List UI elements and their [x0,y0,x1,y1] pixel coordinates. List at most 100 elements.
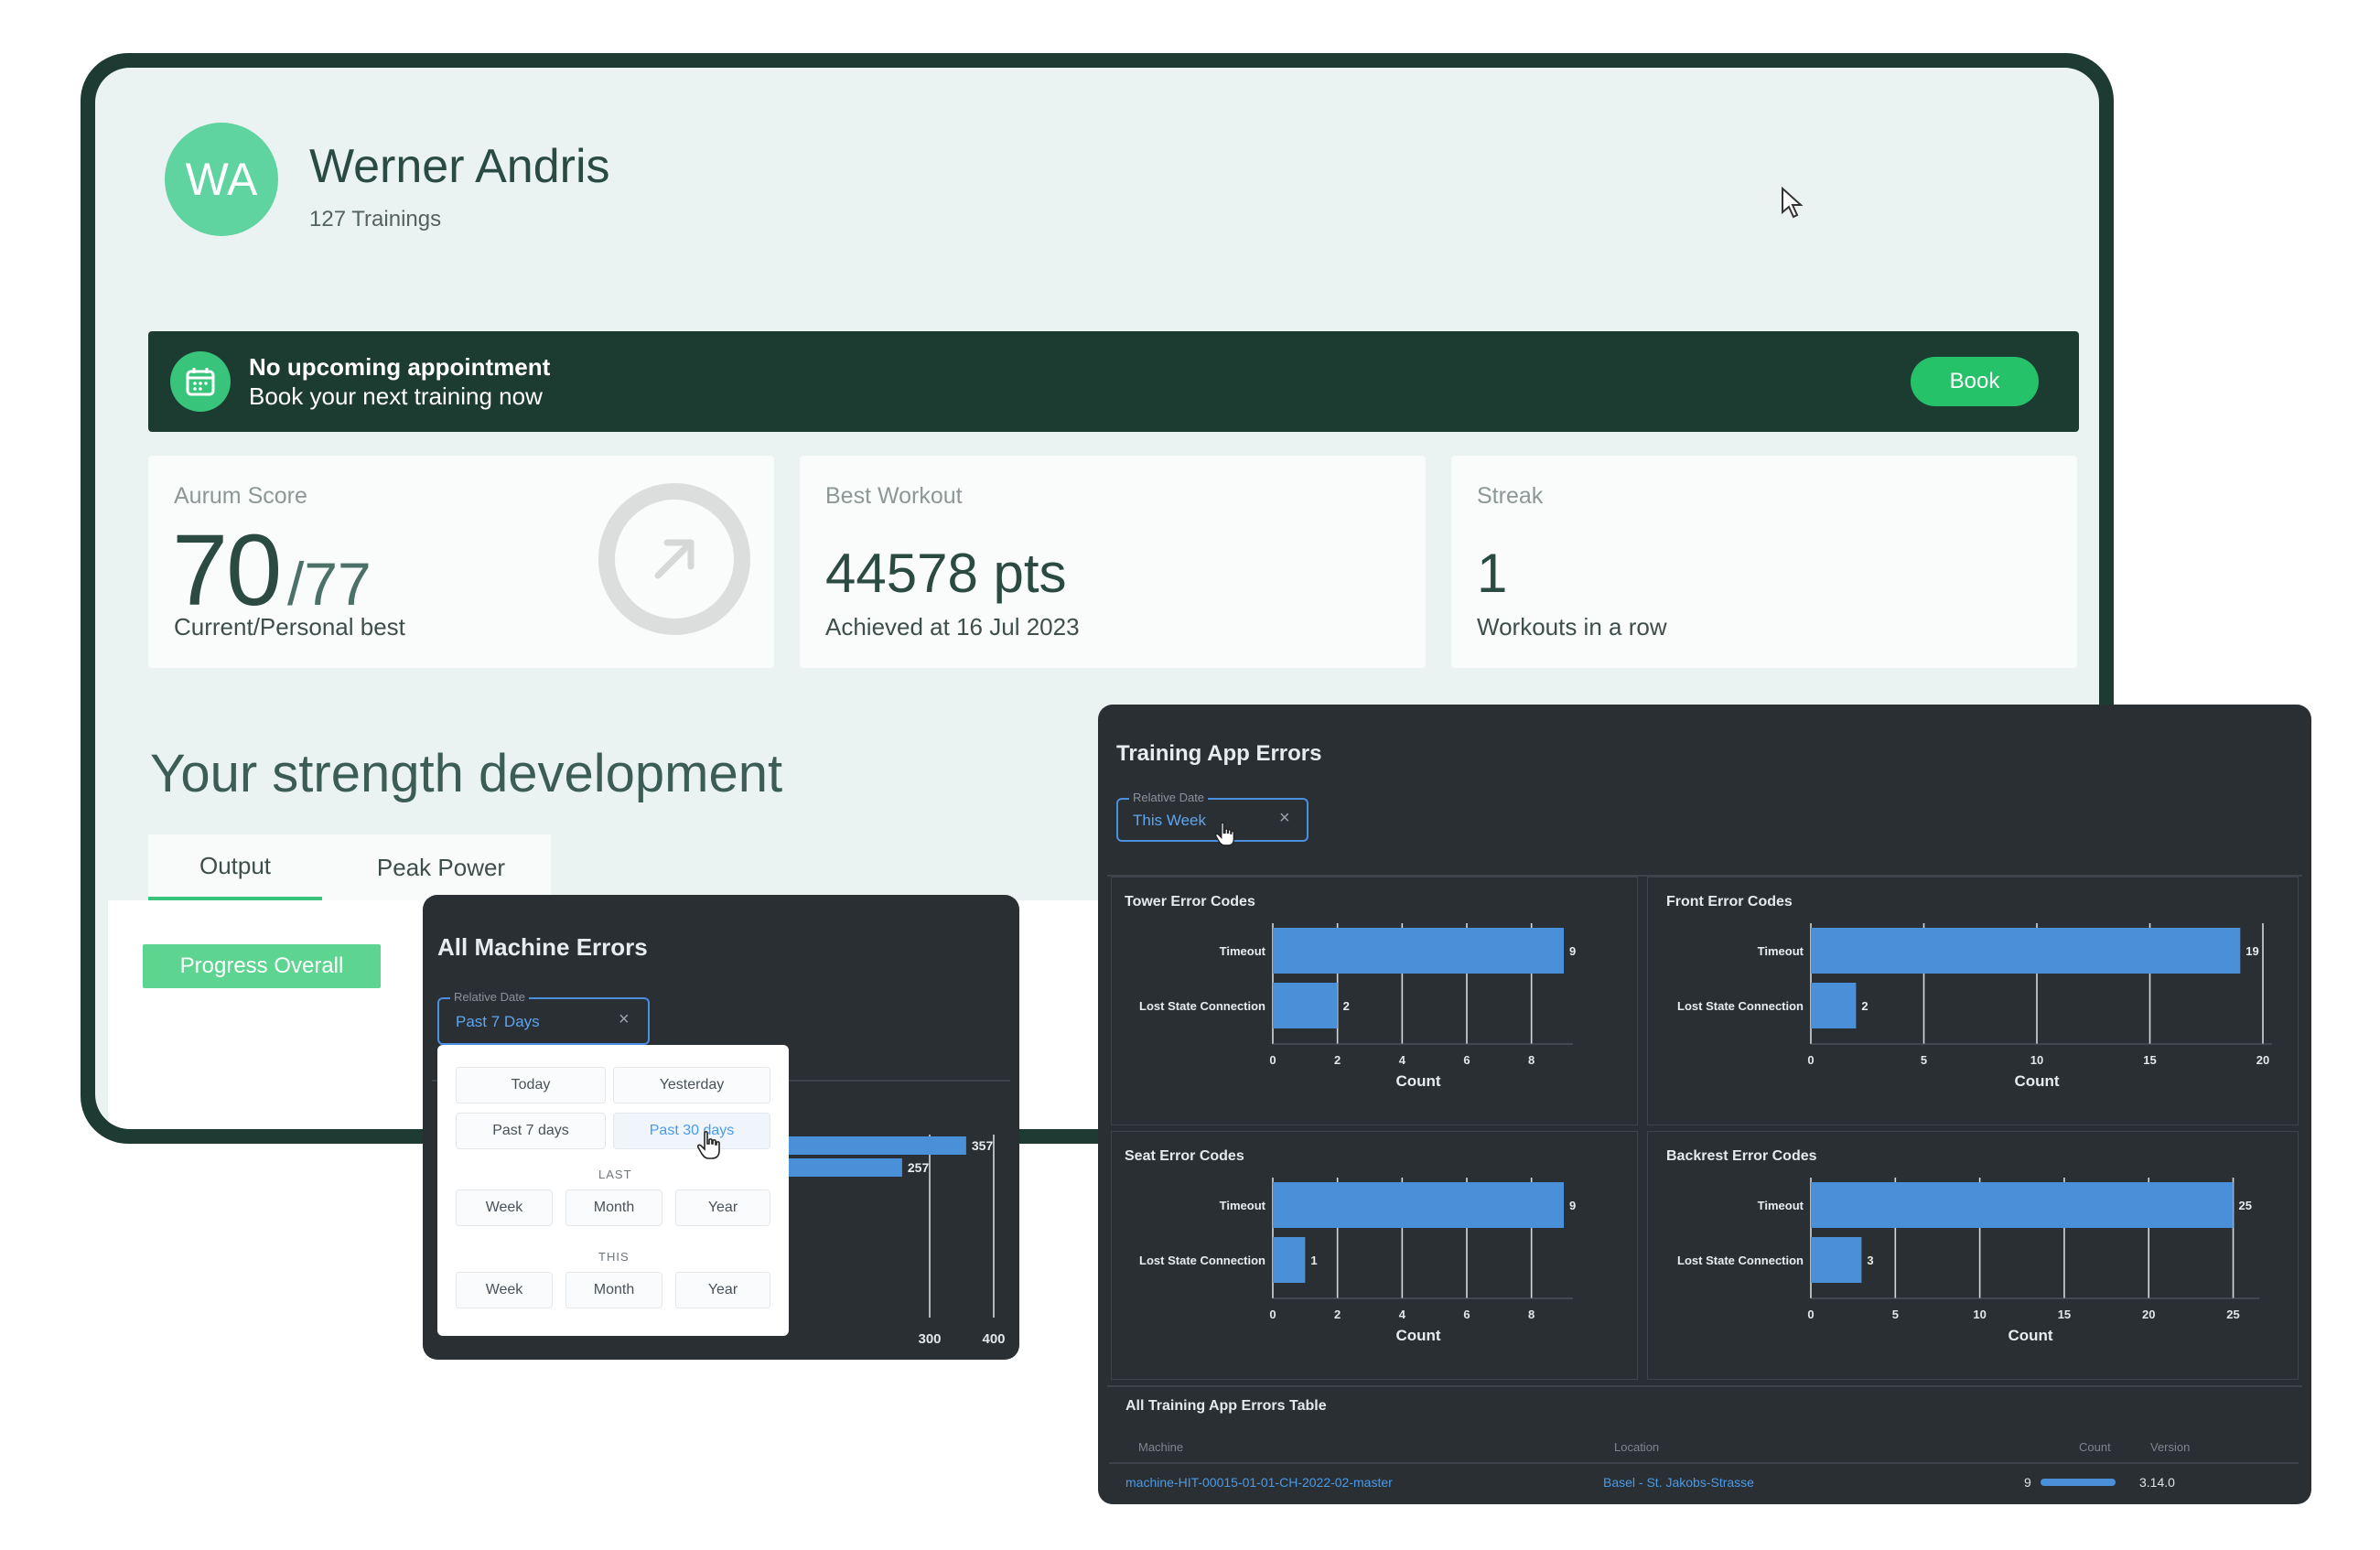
x-tick-label: 20 [2256,1053,2269,1067]
bar [1273,1237,1306,1283]
progress-overall-button[interactable]: Progress Overall [143,944,381,988]
bar-value-label: 9 [1569,944,1576,958]
category-label: Lost State Connection [1139,999,1265,1013]
count-bar-fill [2041,1479,2116,1486]
backrest-chart-svg: 0 5 10 15 20 25 Timeout 25 Lost State Connection… [1677,1178,2259,1344]
streak-card: Streak 1 Workouts in a row [1451,456,2077,668]
x-tick-label: 10 [1973,1308,1986,1321]
x-tick-label: 2 [1334,1053,1341,1067]
x-tick-label: 2 [1334,1308,1341,1321]
category-label: Timeout [1758,944,1804,958]
location-link[interactable]: Basel - St. Jakobs-Strasse [1603,1475,1754,1490]
appointment-banner: No upcoming appointment Book your next t… [148,331,2079,432]
x-tick-label: 8 [1528,1053,1535,1067]
option-last-month[interactable]: Month [565,1189,662,1226]
x-tick-label: 4 [1399,1053,1406,1067]
tab-peak-power[interactable]: Peak Power [331,834,551,900]
arrow-up-right-icon [654,539,695,579]
bar-value-label: 257 [908,1160,930,1175]
streak-sub: Workouts in a row [1477,613,1667,640]
x-axis-label: Count [2008,1327,2052,1344]
backrest-error-chart: Backrest Error Codes 0 5 10 15 20 25 Timeout 25… [1647,1131,2299,1380]
front-chart-svg: 0 5 10 15 20 Timeout 19 Lost State Connection 2 C… [1677,923,2272,1090]
x-tick-label: 25 [2226,1308,2239,1321]
column-location[interactable]: Location [1614,1440,1659,1454]
x-tick-label: 0 [1269,1053,1276,1067]
front-error-chart: Front Error Codes 0 5 10 15 20 Timeout 19 Lost … [1647,877,2299,1125]
bar-value-label: 2 [1861,999,1868,1013]
hand-cursor-icon [1215,822,1234,846]
x-tick-label: 0 [1807,1053,1814,1067]
version-value: 3.14.0 [2139,1475,2175,1490]
banner-subtitle: Book your next training now [249,382,543,410]
banner-title: No upcoming appointment [249,353,551,381]
category-label: Timeout [1220,1199,1266,1212]
option-past-7-days[interactable]: Past 7 days [456,1113,606,1149]
x-tick-label: 0 [1807,1308,1814,1321]
x-axis-label: Count [2014,1072,2059,1090]
streak-value: 1 [1477,543,1508,604]
relative-date-dropdown: Today Yesterday Past 7 days Past 30 days… [437,1045,789,1336]
bar [1273,928,1564,974]
hand-cursor-icon [697,1131,720,1159]
training-filter-label: Relative Date [1129,791,1209,804]
count-value: 9 [2024,1475,2031,1490]
best-workout-label: Best Workout [825,483,963,509]
bar [1811,1182,2234,1228]
x-tick-label: 5 [1892,1308,1899,1321]
x-tick-label: 8 [1528,1308,1535,1321]
training-errors-title: Training App Errors [1116,741,1322,766]
table-row[interactable]: machine-HIT-00015-01-01-CH-2022-02-maste… [1098,1466,2311,1497]
category-label: Lost State Connection [1677,1254,1804,1267]
seat-error-chart: Seat Error Codes 0 2 4 6 8 Timeout 9 Lost State… [1111,1131,1638,1380]
clear-training-filter-icon[interactable]: × [1279,808,1290,829]
bar [1811,983,1857,1028]
bar [1273,1182,1564,1228]
bar [1811,1237,1862,1283]
column-version[interactable]: Version [2150,1440,2190,1454]
avatar: WA [165,123,278,236]
option-this-week[interactable]: Week [456,1272,553,1308]
bar-value-label: 25 [2239,1199,2252,1212]
x-tick-label: 300 [918,1331,941,1347]
machine-errors-panel: All Machine Errors Relative Date Past 7 … [423,895,1019,1360]
x-tick-label: 15 [2143,1053,2156,1067]
column-machine[interactable]: Machine [1138,1440,1183,1454]
category-label: Timeout [1220,944,1266,958]
column-count[interactable]: Count [2079,1440,2111,1454]
x-tick-label: 0 [1269,1308,1276,1321]
machine-link[interactable]: machine-HIT-00015-01-01-CH-2022-02-maste… [1125,1475,1393,1490]
training-date-filter[interactable]: Relative Date This Week × [1116,791,1308,846]
bar [1273,983,1338,1028]
option-last-year[interactable]: Year [675,1189,770,1226]
errors-table: Machine Location Count Version machine-H… [1098,1433,2311,1497]
errors-table-title: All Training App Errors Table [1125,1398,1327,1414]
user-name: Werner Andris [309,140,610,193]
aurum-score-best: /77 [287,550,372,618]
mouse-cursor-icon [1782,187,1804,219]
x-axis-label: Count [1395,1072,1440,1090]
bar-value-label: 1 [1310,1254,1317,1267]
aurum-score-card: Aurum Score 70 /77 Current/Personal best [148,456,774,668]
x-tick-label: 6 [1463,1053,1470,1067]
aurum-score-current: 70 [172,514,282,627]
tab-output[interactable]: Output [148,834,322,900]
option-yesterday[interactable]: Yesterday [613,1067,770,1103]
divider [1107,1385,2302,1387]
x-tick-label: 400 [982,1331,1005,1347]
option-today[interactable]: Today [456,1067,606,1103]
best-workout-sub: Achieved at 16 Jul 2023 [825,613,1080,640]
option-this-year[interactable]: Year [675,1272,770,1308]
count-bar-track [2041,1479,2116,1486]
bar-value-label: 3 [1867,1254,1873,1267]
option-this-month[interactable]: Month [565,1272,662,1308]
last-section-label: LAST [598,1168,632,1181]
option-past-30-days[interactable]: Past 30 days [613,1113,770,1149]
option-last-week[interactable]: Week [456,1189,553,1226]
strength-tabs: Output Peak Power [148,834,551,900]
table-divider [1109,1462,2299,1464]
x-tick-label: 10 [2030,1053,2043,1067]
book-button[interactable]: Book [1911,357,2039,406]
best-workout-card: Best Workout 44578 pts Achieved at 16 Ju… [800,456,1426,668]
aurum-score-sub: Current/Personal best [174,613,405,640]
